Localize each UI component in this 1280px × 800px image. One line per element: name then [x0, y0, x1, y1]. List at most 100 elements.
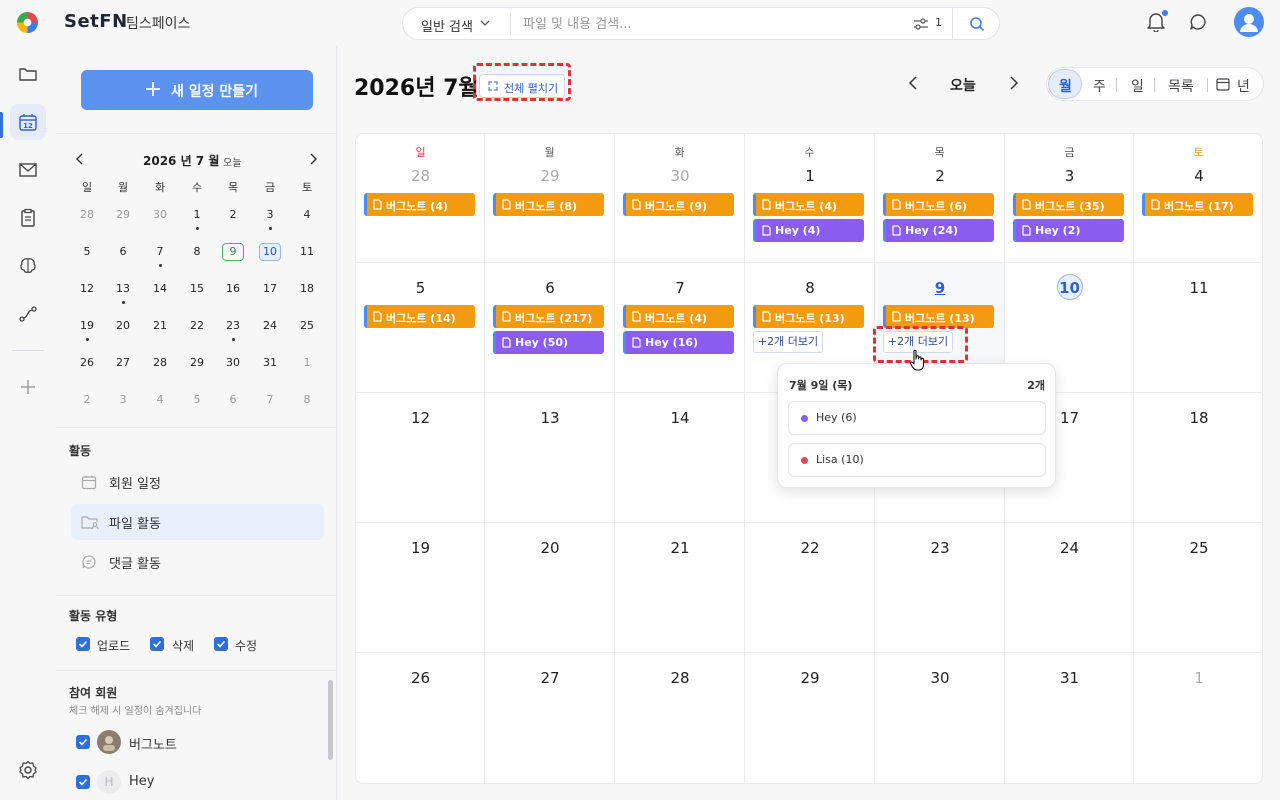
mini-calendar-day[interactable]: 27 [112, 354, 134, 372]
rail-mail[interactable] [10, 152, 46, 188]
filter-sliders-icon[interactable] [913, 17, 929, 31]
day-number[interactable]: 8 [745, 279, 875, 297]
day-number[interactable]: 20 [485, 539, 615, 557]
event-chip[interactable]: 버그노트 (4) [364, 193, 475, 216]
event-chip[interactable]: 버그노트 (13) [883, 305, 994, 328]
event-chip[interactable]: Hey (50) [493, 331, 604, 354]
mini-calendar-day[interactable]: 5 [76, 243, 98, 261]
day-cell[interactable]: 11 [1134, 263, 1262, 393]
day-cell[interactable]: 수 1 버그노트 (4) Hey (4) [745, 134, 875, 263]
mini-calendar-day[interactable]: 29 [112, 206, 134, 224]
day-number[interactable]: 2 [875, 167, 1005, 185]
day-number[interactable]: 10 [1005, 279, 1134, 297]
mini-calendar-day[interactable]: 8 [296, 391, 318, 409]
day-cell[interactable]: 21 [615, 523, 745, 653]
event-chip[interactable]: 버그노트 (14) [364, 305, 475, 328]
mini-calendar-day[interactable]: 3 [259, 206, 281, 224]
day-cell[interactable]: 1 [1134, 653, 1262, 783]
mini-calendar-day[interactable]: 9 [222, 243, 244, 261]
mini-calendar-day[interactable]: 10 [259, 243, 281, 261]
mini-calendar-day[interactable]: 13 [112, 280, 134, 298]
day-cell[interactable]: 29 [745, 653, 875, 783]
day-number[interactable]: 22 [745, 539, 875, 557]
mini-calendar-day[interactable]: 20 [112, 317, 134, 335]
mini-calendar-day[interactable]: 19 [76, 317, 98, 335]
brand-name[interactable]: SetFN [64, 11, 128, 32]
mini-calendar-day[interactable]: 18 [296, 280, 318, 298]
day-number[interactable]: 13 [485, 409, 615, 427]
day-number[interactable]: 1 [745, 167, 875, 185]
day-number[interactable]: 14 [615, 409, 745, 427]
rail-route[interactable] [10, 296, 46, 332]
mini-calendar-day[interactable]: 7 [149, 243, 171, 261]
day-number[interactable]: 24 [1005, 539, 1134, 557]
view-list-button[interactable]: 목록 [1168, 76, 1194, 96]
day-cell[interactable]: 24 [1005, 523, 1134, 653]
rail-calendar[interactable]: 12 [10, 104, 46, 140]
delete-checkbox[interactable] [150, 637, 164, 651]
mini-calendar-day[interactable]: 6 [222, 391, 244, 409]
mini-calendar-day[interactable]: 11 [296, 243, 318, 261]
mini-calendar-day[interactable]: 31 [259, 354, 281, 372]
mini-calendar-day[interactable]: 14 [149, 280, 171, 298]
day-number[interactable]: 11 [1134, 279, 1262, 297]
day-number[interactable]: 30 [875, 669, 1005, 687]
day-cell[interactable]: 25 [1134, 523, 1262, 653]
day-cell[interactable]: 13 [485, 393, 615, 523]
day-number[interactable]: 29 [485, 167, 615, 185]
day-number[interactable]: 21 [615, 539, 745, 557]
day-cell[interactable]: 30 [875, 653, 1005, 783]
event-chip[interactable]: 버그노트 (8) [493, 193, 604, 216]
show-more-button[interactable]: +2개 더보기 [753, 331, 823, 353]
day-cell[interactable]: 23 [875, 523, 1005, 653]
day-cell[interactable]: 월 29 버그노트 (8) [485, 134, 615, 263]
search-icon[interactable] [969, 16, 985, 32]
day-number[interactable]: 4 [1134, 167, 1262, 185]
event-chip[interactable]: 버그노트 (17) [1142, 193, 1253, 216]
popover-event-item[interactable]: Hey (6) [788, 401, 1046, 435]
day-cell[interactable]: 12 [356, 393, 485, 523]
popover-event-item[interactable]: Lisa (10) [788, 443, 1046, 477]
day-number[interactable]: 18 [1134, 409, 1262, 427]
mini-calendar-day[interactable]: 4 [149, 391, 171, 409]
mini-calendar-day[interactable]: 5 [186, 391, 208, 409]
event-chip[interactable]: 버그노트 (4) [753, 193, 864, 216]
rail-settings[interactable] [10, 752, 46, 788]
mini-calendar-day[interactable]: 21 [149, 317, 171, 335]
rail-files[interactable] [10, 56, 46, 92]
member-checkbox-buggnote[interactable] [76, 735, 90, 749]
day-number[interactable]: 27 [485, 669, 615, 687]
event-chip[interactable]: 버그노트 (4) [623, 305, 734, 328]
member-checkbox-hey[interactable] [76, 775, 90, 789]
day-number[interactable]: 7 [615, 279, 745, 297]
day-cell[interactable]: 27 [485, 653, 615, 783]
day-cell[interactable]: 18 [1134, 393, 1262, 523]
day-number[interactable]: 31 [1005, 669, 1134, 687]
mini-calendar-day[interactable]: 26 [76, 354, 98, 372]
mini-calendar-day[interactable]: 17 [259, 280, 281, 298]
day-cell[interactable]: 31 [1005, 653, 1134, 783]
today-button[interactable]: 오늘 [950, 75, 976, 95]
view-month-button[interactable]: 월 [1048, 69, 1082, 99]
day-number[interactable]: 9 [875, 279, 1005, 297]
mini-calendar-day[interactable]: 3 [112, 391, 134, 409]
mini-calendar-day[interactable]: 16 [222, 280, 244, 298]
mini-calendar-day[interactable]: 24 [259, 317, 281, 335]
event-chip[interactable]: 버그노트 (35) [1013, 193, 1124, 216]
day-cell[interactable]: 6 버그노트 (217) Hey (50) [485, 263, 615, 393]
day-number[interactable]: 3 [1005, 167, 1134, 185]
mini-calendar-day[interactable]: 1 [186, 206, 208, 224]
mini-calendar-day[interactable]: 30 [149, 206, 171, 224]
mini-calendar-day[interactable]: 29 [186, 354, 208, 372]
day-cell[interactable]: 26 [356, 653, 485, 783]
activity-comment[interactable]: 댓글 활동 [71, 544, 324, 580]
rail-add[interactable] [10, 369, 46, 405]
day-cell[interactable]: 화 30 버그노트 (9) [615, 134, 745, 263]
sidebar-scrollbar[interactable] [328, 680, 333, 760]
activity-member-schedule[interactable]: 회원 일정 [71, 464, 324, 500]
chevron-down-icon[interactable] [480, 19, 490, 27]
chat-icon[interactable] [1189, 13, 1207, 31]
day-number[interactable]: 26 [356, 669, 485, 687]
day-number[interactable]: 28 [356, 167, 485, 185]
upload-checkbox[interactable] [76, 637, 90, 651]
